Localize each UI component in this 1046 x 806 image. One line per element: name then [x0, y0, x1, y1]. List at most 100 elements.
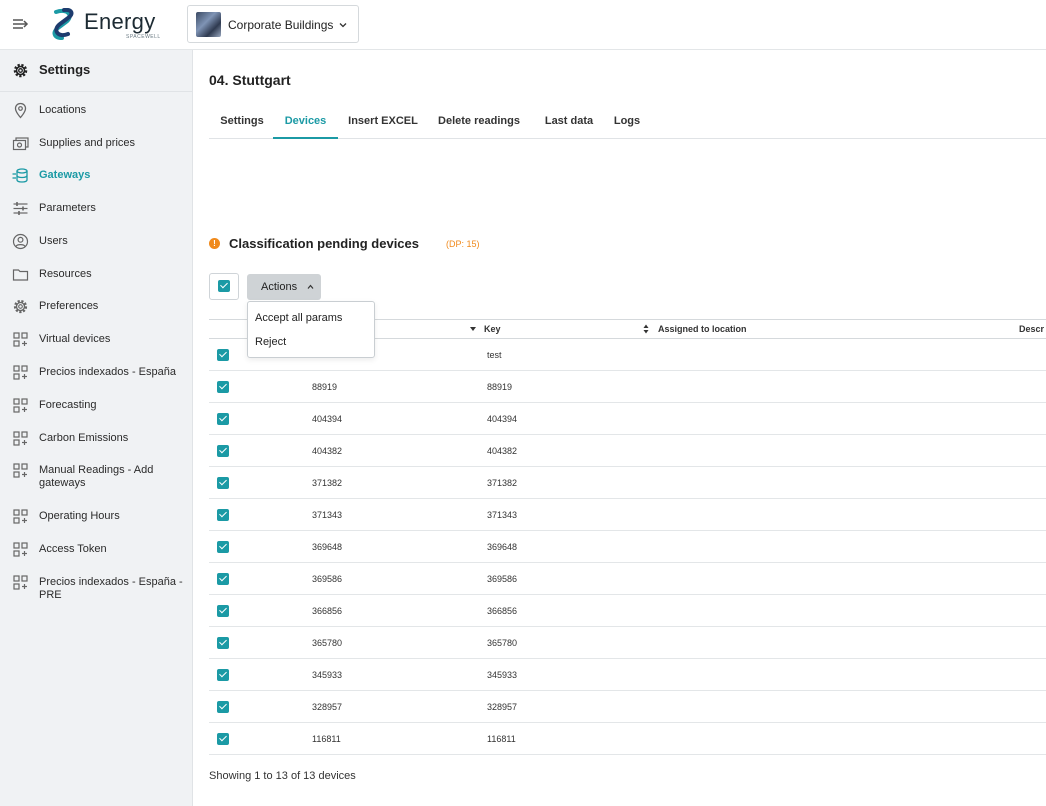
- menu-item-reject[interactable]: Reject: [255, 336, 286, 348]
- user-circle-icon: [12, 233, 29, 250]
- row-checkbox[interactable]: [217, 701, 229, 713]
- cell-key: 404394: [487, 414, 518, 424]
- cell-name: 116811: [312, 734, 341, 744]
- actions-button[interactable]: Actions: [247, 274, 321, 300]
- actions-button-label: Actions: [261, 281, 298, 293]
- building-thumbnail: [196, 12, 221, 37]
- table-row[interactable]: 365780 365780: [209, 627, 1046, 659]
- sidebar-item-label: Manual Readings - Add gateways: [39, 464, 154, 489]
- cell-name: 404394: [312, 414, 343, 424]
- row-checkbox[interactable]: [217, 477, 229, 489]
- sidebar-item-label: Virtual devices: [39, 333, 111, 345]
- menu-item-accept-all-params[interactable]: Accept all params: [255, 312, 342, 324]
- cell-key: 404382: [487, 446, 518, 456]
- row-checkbox[interactable]: [217, 733, 229, 745]
- sidebar-item-label: Parameters: [39, 202, 96, 214]
- row-checkbox[interactable]: [217, 381, 229, 393]
- menu-toggle-icon[interactable]: [12, 16, 30, 32]
- sidebar-item-label: Access Token: [39, 543, 107, 555]
- cell-name: 404382: [312, 446, 343, 456]
- cell-key: 371343: [487, 510, 518, 520]
- sidebar-item-label: Carbon Emissions: [39, 432, 129, 444]
- row-checkbox[interactable]: [217, 349, 229, 361]
- row-checkbox[interactable]: [217, 509, 229, 521]
- logo-text: Energy: [84, 9, 156, 34]
- cell-key: 371382: [487, 478, 518, 488]
- gear-icon: [13, 63, 28, 78]
- cell-name: 371343: [312, 510, 343, 520]
- row-checkbox[interactable]: [217, 413, 229, 425]
- top-bar: Energy SPACEWELL Corporate Buildings: [0, 0, 1046, 50]
- logo[interactable]: Energy SPACEWELL: [46, 6, 166, 42]
- folder-icon: [12, 269, 29, 281]
- section-title: Classification pending devices: [229, 236, 419, 251]
- tab-logs[interactable]: Logs: [610, 104, 644, 139]
- cell-key: 116811: [487, 734, 516, 744]
- table-row[interactable]: 88919 88919: [209, 371, 1046, 403]
- tab-settings[interactable]: Settings: [209, 104, 275, 139]
- table-row[interactable]: 369648 369648: [209, 531, 1046, 563]
- sidebar-item-label: Supplies and prices: [39, 137, 136, 149]
- gateway-icon: [12, 168, 28, 183]
- sidebar-header-label: Settings: [39, 62, 91, 77]
- table-row[interactable]: 366856 366856: [209, 595, 1046, 627]
- location-pin-icon: [14, 102, 27, 119]
- sliders-icon: [13, 202, 28, 215]
- cell-name: 328957: [312, 702, 343, 712]
- table-row[interactable]: 369586 369586: [209, 563, 1046, 595]
- pending-count-badge: (DP: 15): [446, 239, 480, 249]
- row-checkbox[interactable]: [217, 445, 229, 457]
- cell-name: 371382: [312, 478, 343, 488]
- cell-key: test: [487, 350, 502, 360]
- sidebar-item-label: Precios indexados - España: [39, 366, 176, 378]
- table-row[interactable]: 345933 345933: [209, 659, 1046, 691]
- sidebar-item-label: Precios indexados - España - PRE: [39, 576, 183, 601]
- grid-plus-icon: [13, 542, 28, 557]
- row-checkbox[interactable]: [217, 669, 229, 681]
- tab-last-data[interactable]: Last data: [540, 104, 598, 139]
- grid-plus-icon: [13, 509, 28, 524]
- page-title: 04. Stuttgart: [209, 72, 291, 88]
- building-selector[interactable]: Corporate Buildings: [187, 5, 359, 43]
- select-all-checkbox[interactable]: [209, 273, 239, 300]
- sidebar-item-label: Users: [39, 235, 68, 247]
- chevron-up-icon: [307, 284, 314, 289]
- tab-devices[interactable]: Devices: [273, 104, 338, 139]
- tab-delete-readings[interactable]: Delete readings: [434, 104, 524, 139]
- table-row[interactable]: 371382 371382: [209, 467, 1046, 499]
- chevron-down-icon: [339, 23, 347, 28]
- tab-bar: Settings Devices Insert EXCEL Delete rea…: [209, 104, 1046, 139]
- sidebar: Settings Locations Supplies and prices G…: [0, 50, 193, 806]
- gear-icon: [13, 299, 28, 314]
- cell-name: 369586: [312, 574, 343, 584]
- cell-key: 88919: [487, 382, 513, 392]
- cell-key: 328957: [487, 702, 518, 712]
- table-row[interactable]: 371343 371343: [209, 499, 1046, 531]
- row-checkbox[interactable]: [217, 637, 229, 649]
- sort-desc-icon[interactable]: [470, 327, 476, 331]
- warning-icon: !: [209, 238, 220, 249]
- money-icon: [12, 137, 29, 151]
- sidebar-header[interactable]: Settings: [0, 50, 192, 92]
- cell-key: 369586: [487, 574, 518, 584]
- building-selector-label: Corporate Buildings: [228, 18, 334, 32]
- table-row[interactable]: 328957 328957: [209, 691, 1046, 723]
- tab-insert-excel[interactable]: Insert EXCEL: [343, 104, 423, 139]
- column-header-key[interactable]: Key: [484, 324, 501, 334]
- table-row[interactable]: 116811 116811: [209, 723, 1046, 755]
- row-checkbox[interactable]: [217, 573, 229, 585]
- sidebar-item-label: Resources: [39, 268, 92, 280]
- sort-icon[interactable]: [643, 324, 649, 334]
- grid-plus-icon: [13, 431, 28, 446]
- column-header-description[interactable]: Descr: [1019, 324, 1044, 334]
- table-row[interactable]: 404382 404382: [209, 435, 1046, 467]
- row-checkbox[interactable]: [217, 541, 229, 553]
- cell-key: 369648: [487, 542, 518, 552]
- sidebar-item-label: Preferences: [39, 300, 99, 312]
- column-header-assigned-location[interactable]: Assigned to location: [658, 324, 747, 334]
- table-row[interactable]: 404394 404394: [209, 403, 1046, 435]
- cell-key: 365780: [487, 638, 518, 648]
- cell-key: 366856: [487, 606, 518, 616]
- sidebar-item-label: Locations: [39, 104, 87, 116]
- row-checkbox[interactable]: [217, 605, 229, 617]
